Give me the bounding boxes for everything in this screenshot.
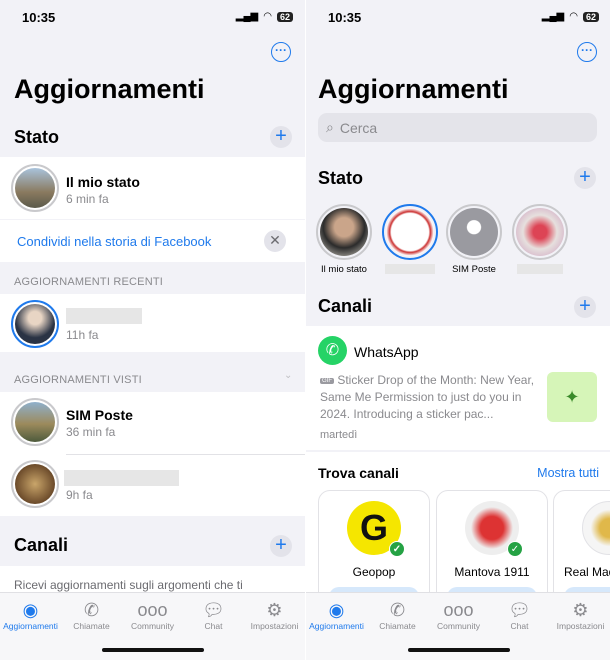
wifi-icon: ◠ [569, 11, 578, 22]
redacted-name [517, 264, 563, 274]
tab-updates[interactable]: ◉ Aggiornamenti [307, 599, 367, 660]
my-status-row[interactable]: Il mio stato 6 min fa [0, 157, 305, 219]
signal-icon: ▂▄▆ [235, 11, 259, 22]
wifi-icon: ◠ [263, 11, 272, 22]
home-indicator [102, 648, 204, 652]
story-item[interactable]: SIM Poste [446, 204, 502, 275]
chevron-down-icon[interactable]: ⌄ [284, 370, 292, 381]
avatar [11, 300, 59, 348]
status-icons: ▂▄▆ ◠ 62 [236, 11, 293, 22]
whatsapp-logo-icon: ✆ [318, 336, 347, 365]
status-time: 36 min fa [66, 425, 116, 439]
viewed-list: SIM Poste 36 min fa 9h fa [0, 392, 305, 516]
story-item[interactable] [512, 204, 568, 274]
mantova-logo: ✓ [465, 501, 523, 557]
left-screen: 10:35 ▂▄▆ ◠ 62 ··· Aggiornamenti Stato + I… [0, 0, 305, 660]
search-placeholder: Cerca [339, 119, 378, 136]
show-all-link[interactable]: Mostra tutti [537, 466, 599, 480]
search-icon: ⌕ [326, 119, 334, 135]
chat-icon: 💬︎ [202, 600, 225, 620]
community-icon: ooo [443, 600, 474, 620]
recent-header: AGGIORNAMENTI RECENTI [14, 276, 164, 288]
updates-icon: ◉ [22, 600, 39, 620]
gear-icon: ⚙ [572, 600, 589, 620]
updates-icon: ◉ [328, 600, 345, 620]
right-screen: 10:35 ▂▄▆ ◠ 62 ··· Aggiornamenti ⌕ Cerca St… [306, 0, 610, 660]
channel-message: GIF Sticker Drop of the Month: New Year,… [320, 373, 535, 421]
signal-icon: ▂▄▆ [541, 11, 565, 22]
page-title: Aggiornamenti [14, 74, 205, 104]
stato-heading: Stato [318, 168, 363, 188]
real-madrid-logo [582, 501, 610, 555]
add-status-button[interactable]: + [574, 167, 596, 189]
viewed-header: AGGIORNAMENTI VISTI [14, 374, 142, 386]
my-status-name: Il mio stato [66, 174, 140, 190]
avatar [11, 398, 59, 446]
facebook-share-row[interactable]: Condividi nella storia di Facebook ✕ [0, 220, 305, 262]
gif-badge: GIF [320, 377, 334, 384]
channels-description: Ricevi aggiornamenti sugli argomenti che… [14, 578, 243, 592]
channels-heading: Canali [318, 296, 373, 316]
verified-icon: ✓ [507, 541, 523, 557]
list-item[interactable]: 11h fa [0, 294, 305, 352]
add-channel-button[interactable]: + [574, 296, 596, 318]
tab-updates[interactable]: ◉ Aggiornamenti [1, 599, 61, 660]
channels-heading: Canali [14, 535, 69, 555]
battery-icon: 62 [582, 11, 599, 22]
more-options-button[interactable]: ··· [271, 42, 291, 62]
add-channel-button[interactable]: + [270, 535, 292, 557]
stato-heading: Stato [14, 127, 59, 147]
find-channels-heading: Trova canali [318, 465, 399, 481]
tab-settings[interactable]: ⚙ Impostazioni [551, 599, 610, 660]
story-my-status[interactable]: Il mio stato [316, 204, 372, 275]
status-icons: ▂▄▆ ◠ 62 [542, 11, 599, 22]
avatar [11, 164, 59, 212]
redacted-name [385, 264, 435, 274]
phone-icon: ✆ [389, 600, 406, 620]
sticker-thumbnail: ✦ [547, 372, 597, 422]
battery-icon: 62 [276, 11, 293, 22]
more-options-button[interactable]: ··· [577, 42, 597, 62]
community-icon: ooo [137, 600, 168, 620]
chat-icon: 💬︎ [508, 600, 531, 620]
add-status-button[interactable]: + [270, 126, 292, 148]
status-time: 10:35 [22, 10, 56, 25]
gear-icon: ⚙ [266, 600, 283, 620]
avatar [11, 460, 59, 508]
status-time: 9h fa [66, 488, 93, 502]
tab-settings[interactable]: ⚙ Impostazioni [245, 599, 305, 660]
search-input[interactable]: ⌕ Cerca [318, 113, 597, 142]
contact-name[interactable]: SIM Poste [66, 407, 133, 423]
close-icon[interactable]: ✕ [264, 230, 286, 252]
phone-icon: ✆ [83, 600, 100, 620]
status-time: 11h fa [66, 328, 99, 342]
geopop-logo: G ✓ [347, 501, 405, 557]
status-time: 10:35 [328, 10, 362, 25]
story-item[interactable] [382, 204, 438, 274]
channel-row[interactable]: ✆ WhatsApp GIF Sticker Drop of the Month… [306, 326, 610, 450]
verified-icon: ✓ [389, 541, 405, 557]
channel-name: WhatsApp [354, 344, 419, 360]
divider [66, 454, 305, 455]
redacted-name [64, 470, 179, 486]
page-title: Aggiornamenti [318, 74, 509, 104]
facebook-share-link[interactable]: Condividi nella storia di Facebook [17, 234, 211, 249]
redacted-name [66, 308, 142, 324]
channel-date: martedì [320, 429, 358, 441]
my-status-time: 6 min fa [66, 192, 109, 206]
home-indicator [408, 648, 510, 652]
